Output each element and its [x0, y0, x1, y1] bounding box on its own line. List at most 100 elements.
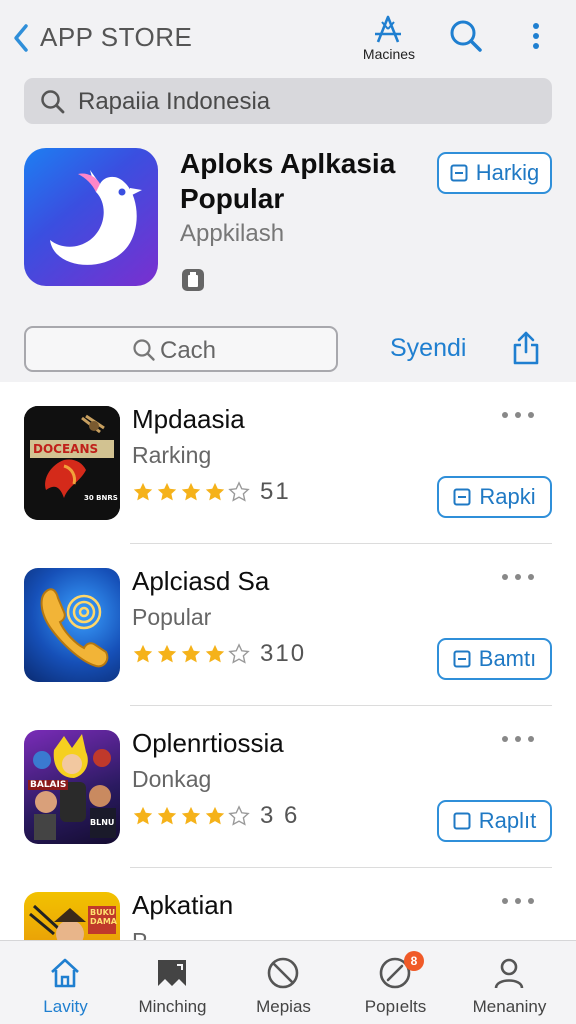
- tab-popielts[interactable]: 8 Popıelts: [338, 941, 453, 1024]
- app-category: Popular: [132, 604, 212, 630]
- featured-get-button[interactable]: Harkig: [437, 152, 552, 194]
- app-icon[interactable]: [24, 568, 120, 682]
- list-item[interactable]: BALAIS BLNU Oplenrtiossia Donkag 3 6 Rap…: [0, 706, 576, 868]
- star-filled-icon: [205, 806, 225, 825]
- app-get-button[interactable]: Rapki: [437, 476, 552, 518]
- star-empty-icon: [228, 643, 250, 664]
- list-item[interactable]: Aplciasd Sa Popular 310 Bamtı: [0, 544, 576, 706]
- search-icon: [41, 90, 65, 114]
- get-square-icon: [450, 164, 468, 182]
- more-horizontal-icon: [502, 574, 534, 580]
- star-rating: [132, 642, 250, 666]
- person-icon: [489, 955, 529, 991]
- more-options-button[interactable]: [498, 726, 538, 752]
- star-filled-icon: [157, 482, 177, 501]
- no-entry-icon: [263, 955, 303, 991]
- get-square-icon: [453, 650, 471, 668]
- featured-app-icon[interactable]: [24, 148, 158, 286]
- app-button-label: Bamtı: [478, 646, 537, 671]
- star-empty-icon: [228, 805, 250, 826]
- more-horizontal-icon: [502, 898, 534, 904]
- app-name: Apkatian: [132, 890, 234, 920]
- cach-placeholder: Cach: [160, 337, 217, 364]
- app-store-screen: APP STORE Macines Rapaiia Indonesia Aplo…: [0, 0, 576, 1024]
- more-options-button[interactable]: [522, 14, 550, 58]
- tab-lavity[interactable]: Lavity: [8, 941, 123, 1024]
- star-filled-icon: [181, 644, 201, 663]
- rating-count: 51: [260, 478, 291, 505]
- notification-badge: 8: [404, 951, 424, 971]
- app-get-button[interactable]: Raplıt: [437, 800, 552, 842]
- back-button[interactable]: [8, 20, 34, 56]
- star-empty-icon: [228, 481, 250, 502]
- top-bar: APP STORE Macines: [0, 0, 576, 76]
- star-filled-icon: [133, 806, 153, 825]
- bookmark-icon: [152, 955, 192, 991]
- get-square-icon: [453, 488, 471, 506]
- share-icon: [513, 331, 539, 365]
- app-category: Rarking: [132, 442, 212, 468]
- star-filled-icon: [205, 644, 225, 663]
- list-item[interactable]: DOCEANS 30 BNRS Mpdaasia Rarking 51 Rapk…: [0, 382, 576, 544]
- age-rating-icon: [181, 266, 205, 292]
- home-icon: [45, 955, 85, 991]
- more-horizontal-icon: [502, 412, 534, 418]
- star-filled-icon: [181, 482, 201, 501]
- more-options-button[interactable]: [498, 888, 538, 914]
- list-item[interactable]: BUKU DAMA Apkatian P...: [0, 868, 576, 940]
- bottom-tab-bar: Lavity Minching Mepias 8 Popıelts Menani…: [0, 940, 576, 1024]
- share-button[interactable]: [508, 326, 544, 370]
- cach-search-field[interactable]: Cach: [24, 326, 338, 372]
- app-icon[interactable]: BUKU DAMA: [24, 892, 120, 940]
- tab-menaniny[interactable]: Menaniny: [452, 941, 567, 1024]
- search-button[interactable]: [446, 14, 486, 58]
- tab-label: Menaniny: [472, 997, 547, 1016]
- featured-title-line2: Popular: [180, 183, 285, 214]
- chevron-left-icon: [14, 24, 28, 52]
- featured-subtitle: Appkilash: [180, 220, 285, 247]
- app-name: Oplenrtiossia: [132, 728, 284, 758]
- icon-caption: 30 BNRS: [84, 494, 118, 502]
- syendi-link[interactable]: Syendi: [390, 334, 466, 363]
- search-placeholder: Rapaiia Indonesia: [78, 88, 271, 115]
- app-get-button[interactable]: Bamtı: [437, 638, 552, 680]
- header-area: APP STORE Macines Rapaiia Indonesia Aplo…: [0, 0, 576, 382]
- white-bird-logo-icon: [50, 170, 142, 265]
- search-icon: [450, 20, 482, 52]
- featured-button-label: Harkig: [475, 160, 540, 185]
- icon-caption: BALAIS: [28, 780, 69, 790]
- star-filled-icon: [181, 806, 201, 825]
- more-options-button[interactable]: [498, 402, 538, 428]
- tab-mepias[interactable]: Mepias: [226, 941, 341, 1024]
- tab-label: Mepias: [256, 997, 311, 1016]
- tab-label: Lavity: [43, 997, 88, 1016]
- golden-phone-fingerprint-art: [40, 588, 109, 668]
- get-square-icon: [453, 812, 471, 830]
- search-icon: [133, 339, 155, 361]
- app-icon[interactable]: BALAIS BLNU: [24, 730, 120, 844]
- star-filled-icon: [205, 482, 225, 501]
- search-input[interactable]: Rapaiia Indonesia: [24, 78, 552, 124]
- featured-title: Aploks Aplkasia Popular: [180, 146, 420, 216]
- star-filled-icon: [133, 482, 153, 501]
- tab-label: Minching: [138, 997, 207, 1016]
- page-title: APP STORE: [40, 22, 193, 52]
- app-icon[interactable]: DOCEANS 30 BNRS: [24, 406, 120, 520]
- tab-label: Popıelts: [364, 997, 427, 1016]
- app-name: Mpdaasia: [132, 404, 245, 434]
- app-category: Donkag: [132, 766, 212, 792]
- store-a-icon: [375, 15, 401, 43]
- machines-button[interactable]: Macines: [356, 14, 422, 64]
- star-filled-icon: [157, 644, 177, 663]
- icon-caption: BUKU DAMA: [90, 908, 117, 926]
- app-name: Aplciasd Sa: [132, 566, 270, 596]
- star-filled-icon: [157, 806, 177, 825]
- rating-count: 3 6: [260, 802, 300, 829]
- app-button-label: Rapki: [479, 484, 536, 509]
- machines-label: Macines: [362, 46, 416, 62]
- app-category: P...: [132, 928, 164, 940]
- app-button-label: Raplıt: [478, 808, 537, 833]
- icon-caption: DOCEANS: [33, 442, 99, 456]
- tab-minching[interactable]: Minching: [115, 941, 230, 1024]
- more-options-button[interactable]: [498, 564, 538, 590]
